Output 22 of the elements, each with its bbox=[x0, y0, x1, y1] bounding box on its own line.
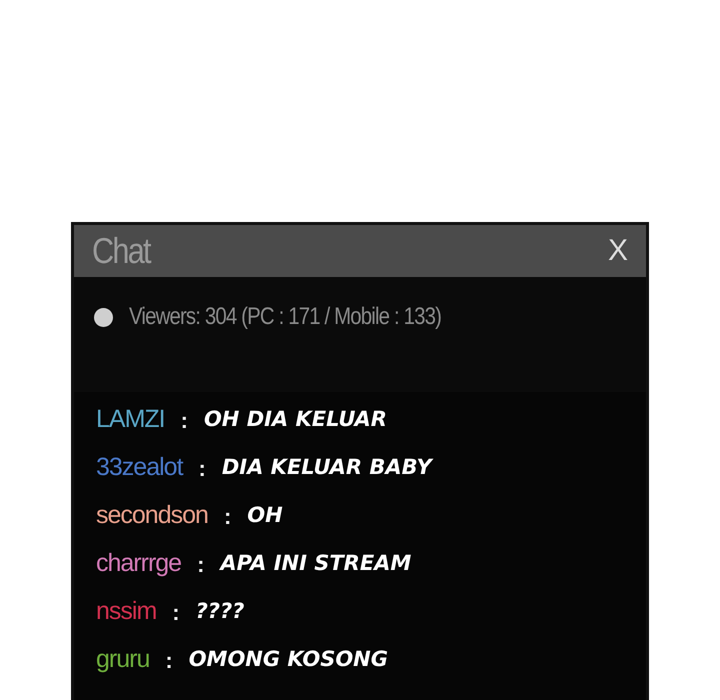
message-text: OH bbox=[247, 502, 283, 530]
message-text: ???? bbox=[196, 598, 244, 626]
separator: : bbox=[180, 406, 188, 434]
separator: : bbox=[224, 502, 232, 530]
username: 33zealot bbox=[96, 452, 183, 484]
separator: : bbox=[197, 550, 204, 578]
username: nssim bbox=[96, 596, 156, 628]
close-button[interactable]: X bbox=[608, 236, 628, 266]
username: secondson bbox=[96, 500, 208, 532]
message-text: DIA KELUAR BABY bbox=[222, 454, 432, 482]
message-text: OH DIA KELUAR bbox=[204, 406, 387, 434]
username: LAMZI bbox=[96, 404, 165, 436]
username: charrrge bbox=[96, 548, 182, 580]
window-title: Chat bbox=[92, 229, 150, 273]
message-text: APA INI STREAM bbox=[220, 550, 412, 578]
username: gruru bbox=[96, 644, 150, 676]
separator: : bbox=[198, 454, 206, 482]
message-text: OMONG KOSONG bbox=[188, 646, 388, 674]
separator: : bbox=[172, 598, 180, 626]
viewer-count: Viewers: 304 (PC : 171 / Mobile : 133) bbox=[129, 302, 442, 332]
separator: : bbox=[165, 646, 173, 674]
status-dot bbox=[94, 308, 113, 326]
